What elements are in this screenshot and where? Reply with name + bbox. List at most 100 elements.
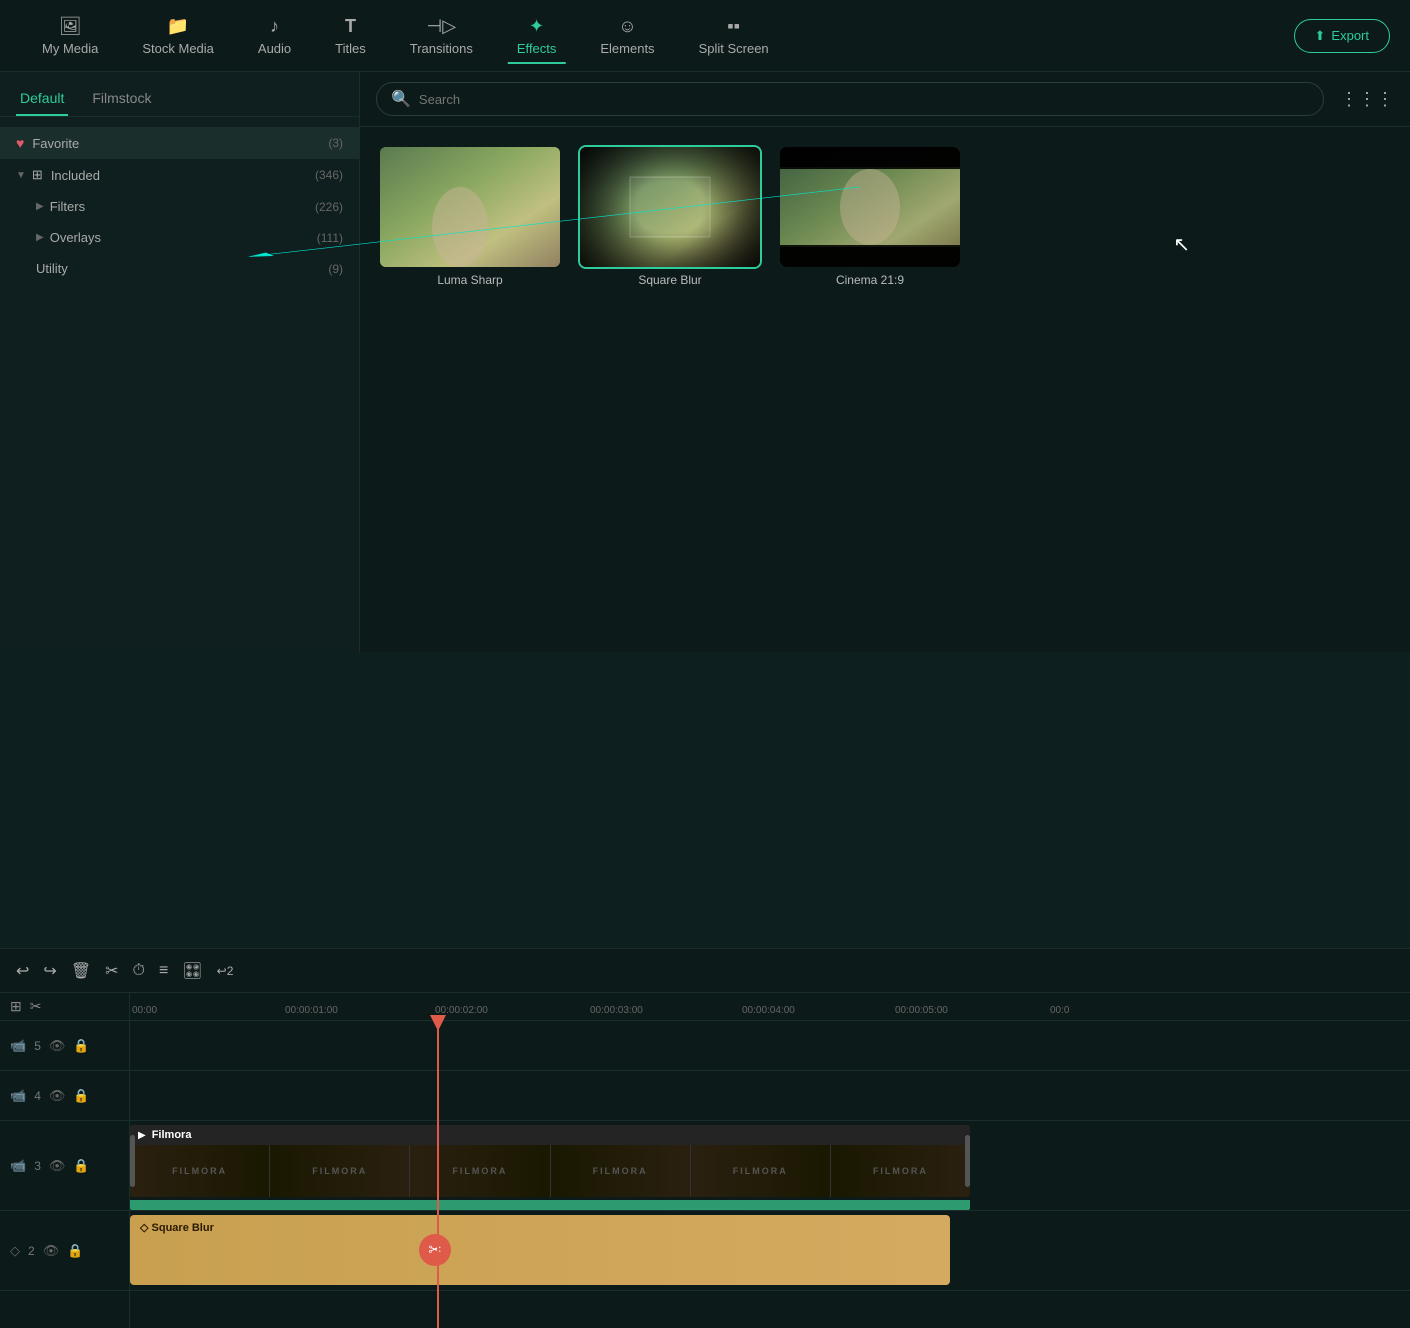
search-input[interactable] <box>419 92 1309 107</box>
redo-button[interactable]: ↪ <box>43 961 56 981</box>
cut-button[interactable]: ✂ <box>105 961 118 981</box>
track-header-5: 📹 5 👁 🔒 <box>0 1021 129 1071</box>
timeline-ruler: 00:00 00:00:01:00 00:00:02:00 00:00:03:0… <box>130 993 1410 1021</box>
ruler-mark-2: 00:00:02:00 <box>435 1005 488 1016</box>
track-4-eye-icon[interactable]: 👁 <box>49 1088 66 1104</box>
ruler-mark-1: 00:00:01:00 <box>285 1005 338 1016</box>
timeline-top-controls: ⊞ ✂ <box>0 993 129 1021</box>
effect-card-cinema-21-9[interactable]: Cinema 21:9 <box>780 147 960 287</box>
elements-icon: ☺ <box>618 16 636 37</box>
tab-default[interactable]: Default <box>16 82 68 116</box>
tab-filmstock-label: Filmstock <box>92 90 151 106</box>
nav-item-titles[interactable]: T Titles <box>313 8 388 64</box>
filters-chevron: ▶ <box>36 201 44 212</box>
filters-count: (226) <box>315 200 343 214</box>
square-blur-preview <box>580 147 760 267</box>
overlays-label: Overlays <box>50 230 317 245</box>
grid-toggle-button[interactable]: ⋮⋮⋮ <box>1340 89 1394 110</box>
nav-label-titles: Titles <box>335 41 366 56</box>
transitions-icon: ⊣▷ <box>427 16 457 37</box>
clip-left-handle[interactable] <box>130 1135 135 1187</box>
track-2-lock-icon[interactable]: 🔒 <box>67 1243 83 1259</box>
panel-tabs: Default Filmstock <box>0 72 359 117</box>
magnet-icon[interactable]: ✂ <box>30 998 42 1015</box>
track-3-eye-icon[interactable]: 👁 <box>49 1158 66 1174</box>
track-4-lock-icon[interactable]: 🔒 <box>73 1088 89 1104</box>
export-button[interactable]: ⬆ Export <box>1294 19 1390 53</box>
timeline-track-headers: ⊞ ✂ 📹 5 👁 🔒 📹 4 👁 🔒 📹 3 👁 <box>0 993 130 1328</box>
nav-item-split-screen[interactable]: ▪▪ Split Screen <box>677 8 791 64</box>
overlays-chevron: ▶ <box>36 232 44 243</box>
nav-item-stock-media[interactable]: 📁 Stock Media <box>120 8 236 64</box>
included-grid-icon: ⊞ <box>32 167 43 183</box>
tree-item-overlays[interactable]: ▶ Overlays (111) <box>0 222 359 253</box>
frame-filmora-2: FILMORA <box>270 1145 410 1197</box>
playhead[interactable] <box>437 1021 439 1328</box>
speed-button[interactable]: ↩2 <box>217 964 234 978</box>
track-header-3: 📹 3 👁 🔒 <box>0 1121 129 1211</box>
clip-right-handle[interactable] <box>965 1135 970 1187</box>
nav-item-transitions[interactable]: ⊣▷ Transitions <box>388 8 495 64</box>
track-header-2: ◇ 2 👁 🔒 <box>0 1211 129 1291</box>
scissors-icon-on-clip: ✂ <box>419 1234 451 1266</box>
tree-item-utility[interactable]: Utility (9) <box>0 253 359 284</box>
track-3-lock-icon[interactable]: 🔒 <box>73 1158 89 1174</box>
adjust-button[interactable]: ≡ <box>159 962 168 980</box>
my-media-icon: 🖼 <box>59 16 82 37</box>
luma-sharp-thumbnail <box>380 147 560 267</box>
timer-button[interactable]: ⏱ <box>133 962 145 980</box>
filmora-clip[interactable]: ▶ Filmora FILMORA FILMORA FILMORA FILMOR… <box>130 1125 970 1197</box>
effect-card-luma-sharp[interactable]: Luma Sharp <box>380 147 560 287</box>
tree-item-included[interactable]: ▼ ⊞ Included (346) <box>0 159 359 191</box>
tab-filmstock[interactable]: Filmstock <box>88 82 155 116</box>
track-3-number: 3 <box>34 1159 41 1173</box>
favorite-count: (3) <box>328 136 343 150</box>
split-screen-icon: ▪▪ <box>727 16 740 37</box>
nav-item-elements[interactable]: ☺ Elements <box>578 8 676 64</box>
track-5-lock-icon[interactable]: 🔒 <box>73 1038 89 1054</box>
timeline-content: 00:00 00:00:01:00 00:00:02:00 00:00:03:0… <box>130 993 1410 1328</box>
included-label: Included <box>51 168 315 183</box>
tree-item-filters[interactable]: ▶ Filters (226) <box>0 191 359 222</box>
nav-item-effects[interactable]: ✦ Effects <box>495 8 579 64</box>
nav-label-split-screen: Split Screen <box>699 41 769 56</box>
cinema-21-9-preview <box>780 147 960 267</box>
track-3-row: ▶ Filmora FILMORA FILMORA FILMORA FILMOR… <box>130 1121 1410 1211</box>
track-2-eye-icon[interactable]: 👁 <box>43 1243 60 1259</box>
cinema-21-9-thumbnail <box>780 147 960 267</box>
nav-item-audio[interactable]: ♪ Audio <box>236 8 313 64</box>
frame-filmora-6: FILMORA <box>831 1145 970 1197</box>
nav-item-my-media[interactable]: 🖼 My Media <box>20 8 120 64</box>
titles-icon: T <box>345 16 356 37</box>
search-bar: 🔍 ⋮⋮⋮ <box>360 72 1410 127</box>
track-5-eye-icon[interactable]: 👁 <box>49 1038 66 1054</box>
overlays-count: (111) <box>317 231 343 245</box>
top-navigation: 🖼 My Media 📁 Stock Media ♪ Audio T Title… <box>0 0 1410 72</box>
frame-filmora-3: FILMORA <box>410 1145 550 1197</box>
delete-button[interactable]: 🗑 <box>71 961 91 981</box>
tab-default-label: Default <box>20 90 64 106</box>
nav-label-stock-media: Stock Media <box>142 41 214 56</box>
search-input-wrap[interactable]: 🔍 <box>376 82 1324 116</box>
favorite-icon: ♥ <box>16 135 24 151</box>
filmora-play-icon: ▶ <box>138 1130 146 1141</box>
timeline-tracks: ▶ Filmora FILMORA FILMORA FILMORA FILMOR… <box>130 1021 1410 1328</box>
nav-label-transitions: Transitions <box>410 41 473 56</box>
ruler-mark-0: 00:00 <box>132 1005 157 1016</box>
square-blur-clip[interactable]: ◇ Square Blur ✂ <box>130 1215 950 1285</box>
luma-sharp-preview <box>380 147 560 267</box>
nav-label-audio: Audio <box>258 41 291 56</box>
tree-item-favorite[interactable]: ♥ Favorite (3) <box>0 127 359 159</box>
timeline-area: ↩ ↪ 🗑 ✂ ⏱ ≡ 🎛 ↩2 ⊞ ✂ 📹 5 👁 🔒 📹 <box>0 948 1410 1328</box>
utility-count: (9) <box>328 262 343 276</box>
effect-card-square-blur[interactable]: Square Blur <box>580 147 760 287</box>
audio-icon: ♪ <box>270 16 279 37</box>
utility-label: Utility <box>36 261 328 276</box>
luma-sharp-label: Luma Sharp <box>437 273 502 287</box>
undo-button[interactable]: ↩ <box>16 961 29 981</box>
frame-filmora-4: FILMORA <box>551 1145 691 1197</box>
track-2-number: 2 <box>28 1244 35 1258</box>
audio-button[interactable]: 🎛 <box>182 961 202 981</box>
track-4-row <box>130 1071 1410 1121</box>
add-track-icon[interactable]: ⊞ <box>10 998 22 1015</box>
